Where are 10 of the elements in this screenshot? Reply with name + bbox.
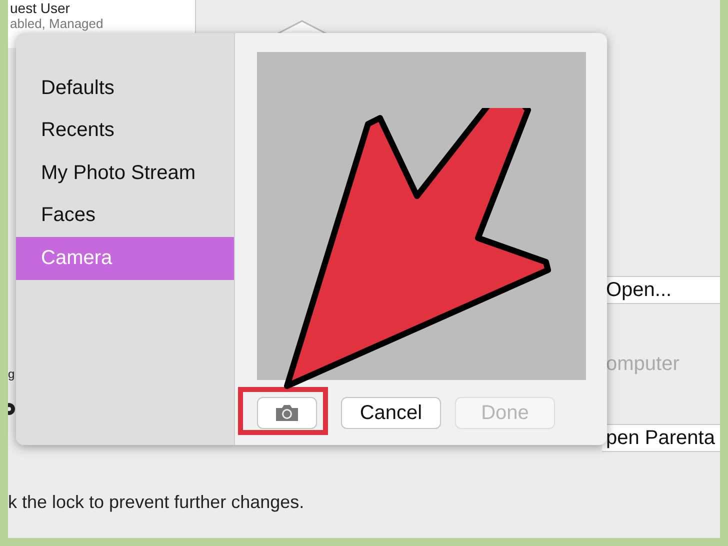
lock-hint-text: k the lock to prevent further changes. [8, 492, 304, 513]
source-item[interactable]: Faces [16, 194, 234, 237]
cancel-button[interactable]: Cancel [341, 397, 441, 429]
source-item[interactable]: Recents [16, 110, 234, 152]
source-item[interactable]: My Photo Stream [16, 152, 234, 194]
user-status: abled, Managed [10, 16, 104, 31]
background-button[interactable]: pen Parenta [602, 424, 720, 452]
user-name: uest User [10, 0, 70, 16]
source-item[interactable]: Defaults [16, 67, 234, 110]
label-fragment: g [8, 366, 15, 382]
